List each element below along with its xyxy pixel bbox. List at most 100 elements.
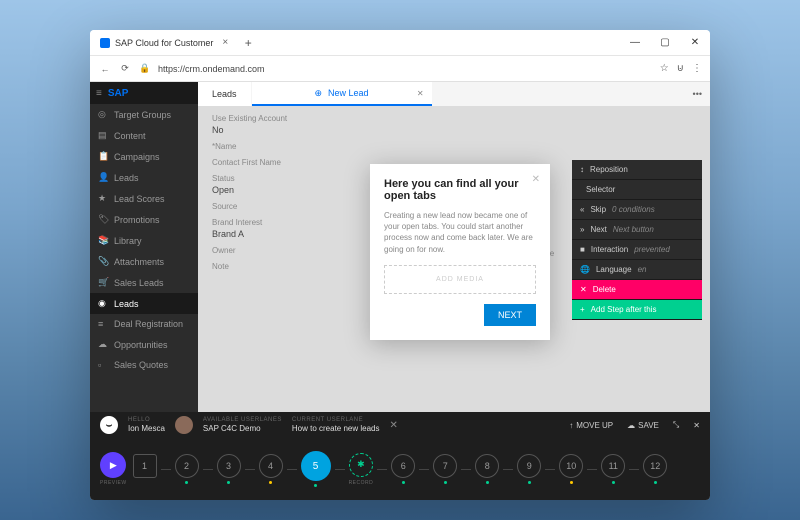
- browser-tab[interactable]: SAP Cloud for Customer ×: [90, 30, 238, 55]
- ctx-language[interactable]: 🌐Language en: [572, 260, 702, 280]
- star-icon[interactable]: ☆: [660, 63, 669, 74]
- ctx-skip[interactable]: «Skip 0 conditions: [572, 200, 702, 220]
- close-window-button[interactable]: ✕: [680, 37, 710, 48]
- window-controls: — ▢ ✕: [620, 37, 710, 48]
- add-media-dropzone[interactable]: ADD MEDIA: [384, 265, 536, 294]
- url-field[interactable]: https://crm.ondemand.com: [158, 64, 654, 74]
- timeline-step-2[interactable]: 2: [175, 454, 199, 484]
- burger-icon[interactable]: ≡: [96, 88, 102, 99]
- timeline-step-11[interactable]: 11: [601, 454, 625, 484]
- sidebar-item-promotions[interactable]: 🏷Promotions: [90, 209, 198, 230]
- maximize-button[interactable]: ▢: [650, 37, 680, 48]
- sidebar-item-target-groups[interactable]: ◎Target Groups: [90, 104, 198, 125]
- use-existing-label: Use Existing Account: [212, 114, 696, 123]
- ctx-delete[interactable]: ✕Delete: [572, 280, 702, 300]
- back-icon[interactable]: ←: [98, 64, 112, 74]
- timeline-step-7[interactable]: 7: [433, 454, 457, 484]
- popup-close-icon[interactable]: ✕: [532, 174, 540, 185]
- ctx-interaction[interactable]: ■Interaction prevented: [572, 240, 702, 260]
- step-circle: 9: [517, 454, 541, 478]
- sidebar-item-campaigns[interactable]: 📋Campaigns: [90, 146, 198, 167]
- app-header: ≡ SAP: [90, 82, 198, 104]
- timeline-step-12[interactable]: 12: [643, 454, 667, 484]
- sidebar-item-sales-leads[interactable]: 🛒 Sales Leads: [90, 272, 198, 293]
- sidebar-item-leads[interactable]: ◉Leads: [90, 293, 198, 314]
- timeline-step-4[interactable]: 4: [259, 454, 283, 484]
- timeline-step-✱[interactable]: ✱RECORD: [349, 453, 374, 486]
- timeline-step-5[interactable]: 5: [301, 451, 331, 487]
- tab-close-icon[interactable]: ×: [222, 37, 228, 48]
- close-icon[interactable]: ✕: [693, 421, 700, 430]
- nav-icon: 🏷: [98, 214, 108, 225]
- editor-close-icon[interactable]: ✕: [390, 420, 398, 431]
- collapse-icon[interactable]: ⤡: [673, 420, 679, 430]
- tour-popup: ✕ Here you can find all your open tabs C…: [370, 164, 550, 340]
- ctx-add-step-after-this[interactable]: +Add Step after this: [572, 300, 702, 320]
- timeline-step-1[interactable]: 1: [133, 454, 157, 484]
- step-circle: 7: [433, 454, 457, 478]
- sidebar-item-attachments[interactable]: 📎Attachments: [90, 251, 198, 272]
- step-circle: 5: [301, 451, 331, 481]
- next-button[interactable]: NEXT: [484, 304, 536, 326]
- ctx-next[interactable]: »Next Next button: [572, 220, 702, 240]
- step-status-dot: [227, 481, 230, 484]
- extension-icon[interactable]: ⊍: [677, 63, 684, 74]
- step-status-dot: [528, 481, 531, 484]
- ctx-icon: »: [580, 225, 584, 234]
- nav-label: Deal Registration: [114, 319, 183, 329]
- timeline-step-3[interactable]: 3: [217, 454, 241, 484]
- ctx-icon: ■: [580, 245, 585, 254]
- use-existing-value[interactable]: No: [212, 125, 696, 135]
- tab-new-lead-label: New Lead: [328, 88, 369, 98]
- timeline-step-6[interactable]: 6: [391, 454, 415, 484]
- nav-label: Target Groups: [114, 110, 171, 120]
- ctx-icon: ↕: [580, 165, 584, 174]
- sidebar-item-deal-registration[interactable]: ≡Deal Registration: [90, 314, 198, 334]
- tab-overflow-icon[interactable]: •••: [685, 89, 710, 99]
- ctx-selector[interactable]: Selector: [572, 180, 702, 200]
- ctx-icon: ✕: [580, 285, 587, 294]
- menu-icon[interactable]: ⋮: [692, 63, 702, 74]
- nav-label: Sales Leads: [114, 278, 164, 288]
- tab-close-icon[interactable]: ✕: [417, 89, 424, 98]
- nav-icon: ☁: [98, 339, 108, 350]
- address-bar: ← ⟳ 🔒 https://crm.ondemand.com ☆ ⊍ ⋮: [90, 56, 710, 82]
- sidebar-item-content[interactable]: ▤Content: [90, 125, 198, 146]
- save-button[interactable]: ☁SAVE: [627, 421, 659, 430]
- nav-label: Campaigns: [114, 152, 160, 162]
- avatar[interactable]: [175, 416, 193, 434]
- popup-title: Here you can find all your open tabs: [384, 178, 536, 202]
- nav-label: Content: [114, 131, 146, 141]
- sidebar-item-lead-scores[interactable]: ★Lead Scores: [90, 188, 198, 209]
- nav-label: Library: [114, 236, 142, 246]
- timeline-step-8[interactable]: 8: [475, 454, 499, 484]
- step-status-dot: [654, 481, 657, 484]
- timeline-step-9[interactable]: 9: [517, 454, 541, 484]
- nav-label: Sales Quotes: [114, 360, 168, 370]
- step-status-dot: [269, 481, 272, 484]
- sidebar-item-library[interactable]: 📚Library: [90, 230, 198, 251]
- cloud-icon: ☁: [627, 421, 635, 430]
- nav-icon: ★: [98, 193, 108, 204]
- ctx-reposition[interactable]: ↕Reposition: [572, 160, 702, 180]
- nav-label: Leads: [114, 173, 139, 183]
- step-status-dot: [402, 481, 405, 484]
- nav-label: Attachments: [114, 257, 164, 267]
- tab-new-lead[interactable]: ⊕ New Lead ✕: [252, 82, 432, 106]
- sidebar-item-opportunities[interactable]: ☁Opportunities: [90, 334, 198, 355]
- timeline-step-10[interactable]: 10: [559, 454, 583, 484]
- minimize-button[interactable]: —: [620, 37, 650, 48]
- preview-play-button[interactable]: ▶: [100, 452, 126, 478]
- step-circle: 11: [601, 454, 625, 478]
- reload-icon[interactable]: ⟳: [118, 63, 132, 74]
- move-up-button[interactable]: ↑MOVE UP: [569, 421, 613, 430]
- sidebar-item-sales-quotes[interactable]: ▫Sales Quotes: [90, 355, 198, 375]
- new-tab-button[interactable]: +: [238, 36, 258, 50]
- step-circle: 1: [133, 454, 157, 478]
- available-block: AVAILABLE USERLANES SAP C4C Demo: [203, 417, 282, 434]
- browser-titlebar: SAP Cloud for Customer × + — ▢ ✕: [90, 30, 710, 56]
- nav-icon: 🛒: [98, 277, 108, 288]
- step-circle: 10: [559, 454, 583, 478]
- tab-leads[interactable]: Leads: [198, 82, 251, 106]
- sidebar-item-leads[interactable]: 👤Leads: [90, 167, 198, 188]
